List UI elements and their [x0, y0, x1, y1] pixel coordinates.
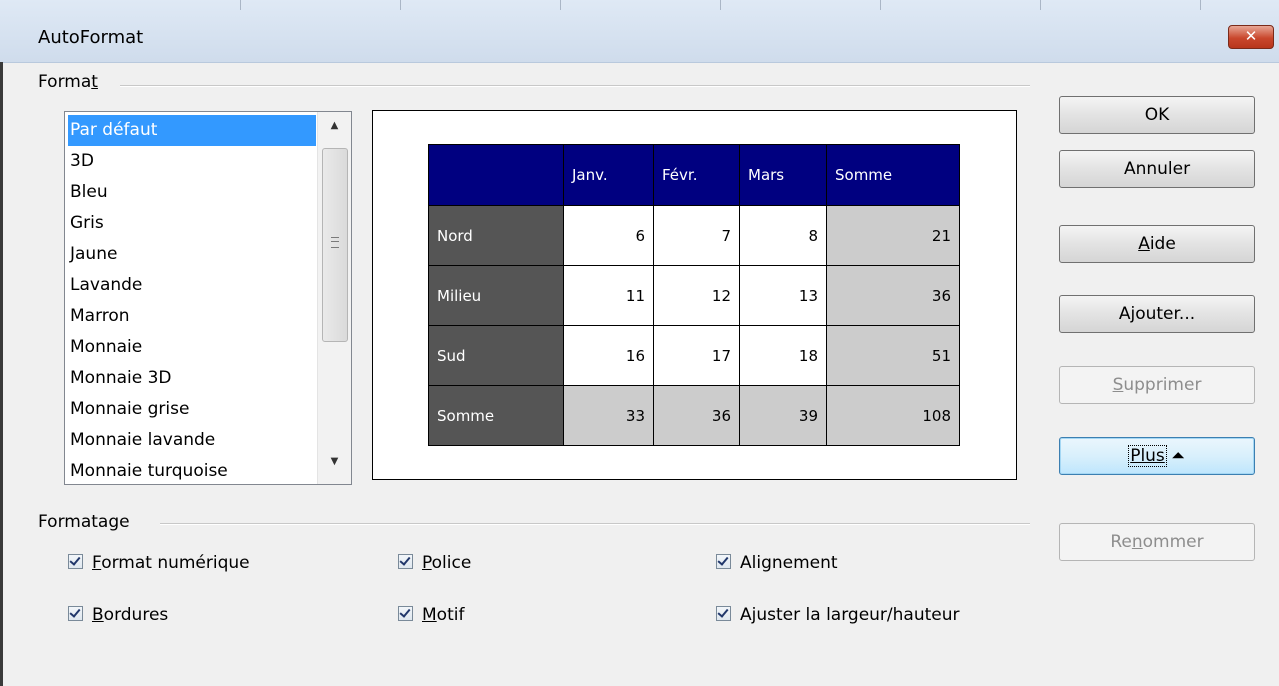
preview-sum-cell: 21 [826, 205, 960, 266]
format-group-divider [120, 85, 1030, 87]
preview-sum-cell: 36 [653, 385, 740, 446]
title-bar: AutoFormat ✕ [0, 0, 1279, 63]
help-button[interactable]: Aide [1059, 225, 1255, 263]
preview-cell: 7 [653, 205, 740, 266]
scroll-up-icon[interactable]: ▲ [318, 116, 351, 136]
preview-corner [428, 144, 564, 206]
scroll-down-icon[interactable]: ▼ [318, 452, 351, 472]
preview-cell: 12 [653, 265, 740, 326]
list-item[interactable]: Monnaie [68, 332, 316, 363]
preview-sum-cell: 39 [739, 385, 827, 446]
list-item[interactable]: Lavande [68, 270, 316, 301]
checkbox-checked-icon[interactable] [68, 553, 83, 569]
checkbox-checked-icon[interactable] [398, 605, 413, 621]
preview-cell: 8 [739, 205, 827, 266]
ok-button[interactable]: OK [1059, 96, 1255, 134]
ruler-ticks [0, 0, 1279, 12]
preview-col-header: Févr. [653, 144, 740, 206]
formatting-group-label: Formatage [38, 512, 136, 532]
preview-sum-cell: 36 [826, 265, 960, 326]
window-title: AutoFormat [38, 27, 144, 48]
preview-row-header: Nord [428, 205, 564, 266]
format-numerique-checkbox[interactable]: Format numérique [68, 552, 250, 574]
preview-cell: 6 [563, 205, 654, 266]
cancel-button[interactable]: Annuler [1059, 150, 1255, 188]
more-button[interactable]: Plus ⏶ [1059, 437, 1255, 475]
list-item[interactable]: Monnaie grise [68, 394, 316, 425]
checkbox-checked-icon[interactable] [716, 605, 731, 621]
preview-cell: 11 [563, 265, 654, 326]
preview-row-header: Sud [428, 325, 564, 386]
delete-button[interactable]: Supprimer [1059, 366, 1255, 404]
list-item[interactable]: Marron [68, 301, 316, 332]
formatting-group-divider [160, 523, 1030, 525]
list-scrollbar[interactable]: ▲ ▼ [317, 112, 351, 484]
list-item[interactable]: Par défaut [68, 115, 316, 146]
checkbox-checked-icon[interactable] [68, 605, 83, 621]
chevron-up-icon: ⏶ [1171, 446, 1185, 466]
preview-cell: 16 [563, 325, 654, 386]
ajuster-checkbox[interactable]: Ajuster la largeur/hauteur [716, 604, 960, 626]
preview-col-header: Mars [739, 144, 827, 206]
police-checkbox[interactable]: Police [398, 552, 471, 574]
preview-sum-cell: 51 [826, 325, 960, 386]
preview-cell: 18 [739, 325, 827, 386]
preview-sum-cell: 33 [563, 385, 654, 446]
list-item[interactable]: Monnaie lavande [68, 425, 316, 456]
preview-row-header: Somme [428, 385, 564, 446]
checkbox-checked-icon[interactable] [716, 553, 731, 569]
format-group-label: Format [38, 72, 104, 92]
window-edge [0, 62, 3, 686]
preview-sum-cell: 108 [826, 385, 960, 446]
list-item[interactable]: 3D [68, 146, 316, 177]
format-list[interactable]: Par défaut 3D Bleu Gris Jaune Lavande Ma… [64, 111, 352, 485]
scroll-thumb[interactable] [322, 148, 348, 342]
preview-table: Janv. Févr. Mars Somme Nord 6 7 8 21 Mil… [428, 144, 960, 446]
preview-cell: 13 [739, 265, 827, 326]
close-button[interactable]: ✕ [1228, 25, 1274, 49]
preview-col-header: Janv. [563, 144, 654, 206]
list-item[interactable]: Bleu [68, 177, 316, 208]
add-button[interactable]: Ajouter... [1059, 295, 1255, 333]
close-icon: ✕ [1244, 27, 1258, 45]
motif-checkbox[interactable]: Motif [398, 604, 464, 626]
alignement-checkbox[interactable]: Alignement [716, 552, 838, 574]
preview-col-header: Somme [826, 144, 960, 206]
list-item[interactable]: Monnaie turquoise [68, 456, 316, 484]
preview-row-header: Milieu [428, 265, 564, 326]
list-item[interactable]: Gris [68, 208, 316, 239]
format-preview: Janv. Févr. Mars Somme Nord 6 7 8 21 Mil… [372, 110, 1017, 480]
bordures-checkbox[interactable]: Bordures [68, 604, 168, 626]
checkbox-checked-icon[interactable] [398, 553, 413, 569]
list-item[interactable]: Jaune [68, 239, 316, 270]
rename-button[interactable]: Renommer [1059, 523, 1255, 561]
preview-cell: 17 [653, 325, 740, 386]
grip-icon [331, 237, 339, 248]
list-item[interactable]: Monnaie 3D [68, 363, 316, 394]
